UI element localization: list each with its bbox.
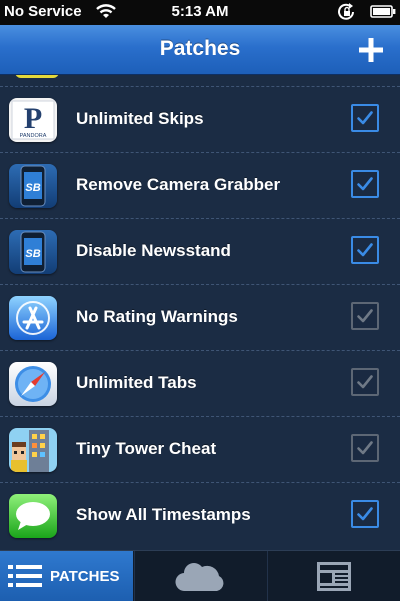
springboard-icon-text: SB	[25, 182, 40, 194]
app-store-icon	[9, 296, 57, 340]
newspaper-icon	[317, 562, 351, 591]
list-item-partial	[0, 75, 400, 86]
list-item-unlimited-skips[interactable]: P PANDORA Unlimited Skips	[0, 86, 400, 152]
app-icon	[15, 75, 59, 78]
patch-label: Disable Newsstand	[76, 241, 231, 260]
plus-icon	[359, 38, 383, 62]
tab-bar: PATCHES	[0, 550, 400, 601]
patch-toggle-checkbox[interactable]	[351, 302, 379, 330]
list-item-show-all-timestamps[interactable]: Show All Timestamps	[0, 482, 400, 548]
checkmark-icon	[357, 177, 373, 191]
checkmark-icon	[357, 375, 373, 389]
springboard-app-icon: SB	[9, 230, 57, 274]
tab-cloud[interactable]	[134, 551, 267, 601]
list-item-no-rating-warnings[interactable]: No Rating Warnings	[0, 284, 400, 350]
checkmark-icon	[357, 441, 373, 455]
tab-patches[interactable]: PATCHES	[0, 551, 133, 601]
list-item-unlimited-tabs[interactable]: Unlimited Tabs	[0, 350, 400, 416]
list-item-disable-newsstand[interactable]: SB Disable Newsstand	[0, 218, 400, 284]
patch-toggle-checkbox[interactable]	[351, 170, 379, 198]
nav-bar: Patches	[0, 25, 400, 75]
cloud-icon	[175, 563, 224, 592]
patch-label: Unlimited Skips	[76, 109, 204, 128]
list-item-remove-camera-grabber[interactable]: SB Remove Camera Grabber	[0, 152, 400, 218]
messages-icon	[9, 494, 57, 538]
checkmark-icon	[357, 111, 373, 125]
patch-label: No Rating Warnings	[76, 307, 238, 326]
patch-label: Show All Timestamps	[76, 505, 251, 524]
tiny-tower-icon	[9, 428, 57, 472]
patch-toggle-checkbox[interactable]	[351, 500, 379, 528]
checkmark-icon	[357, 507, 373, 521]
checkmark-icon	[357, 243, 373, 257]
springboard-icon-text: SB	[25, 248, 40, 260]
patch-toggle-checkbox[interactable]	[351, 104, 379, 132]
checkmark-icon	[357, 309, 373, 323]
tab-news[interactable]	[267, 551, 400, 601]
pandora-icon-subtext: PANDORA	[20, 133, 47, 139]
patch-label: Unlimited Tabs	[76, 373, 197, 392]
add-patch-button[interactable]	[358, 37, 384, 63]
battery-icon	[370, 5, 396, 22]
rotation-lock-icon	[337, 3, 357, 25]
patch-label: Tiny Tower Cheat	[76, 439, 217, 458]
patch-toggle-checkbox[interactable]	[351, 236, 379, 264]
page-title: Patches	[159, 37, 241, 60]
list-item-tiny-tower-cheat[interactable]: Tiny Tower Cheat	[0, 416, 400, 482]
pandora-icon-letter: P	[24, 102, 42, 135]
tab-patches-label: PATCHES	[50, 568, 120, 585]
pandora-app-icon: P PANDORA	[9, 98, 57, 142]
safari-icon	[9, 362, 57, 406]
springboard-app-icon: SB	[9, 164, 57, 208]
patch-toggle-checkbox[interactable]	[351, 368, 379, 396]
patch-label: Remove Camera Grabber	[76, 175, 281, 194]
patch-toggle-checkbox[interactable]	[351, 434, 379, 462]
patch-list[interactable]: P PANDORA Unlimited Skips SB Remove Came…	[0, 75, 400, 550]
list-icon	[8, 565, 42, 587]
status-bar: No Service 5:13 AM	[0, 0, 400, 25]
